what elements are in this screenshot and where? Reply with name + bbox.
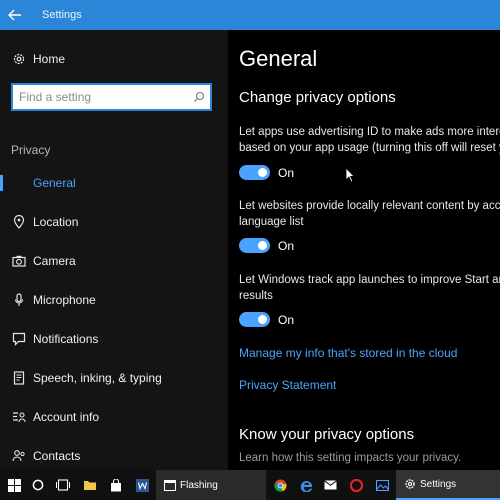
back-arrow-icon xyxy=(8,9,21,21)
microphone-icon xyxy=(11,292,27,308)
section-description: Learn how this setting impacts your priv… xyxy=(239,452,462,464)
sidebar-item-label: Speech, inking, & typing xyxy=(33,371,162,385)
toggle-state: On xyxy=(278,312,295,327)
sidebar-item-account-info[interactable]: Account info xyxy=(0,398,228,436)
word-button[interactable] xyxy=(132,470,152,500)
option-description: results xyxy=(239,290,273,302)
sidebar-item-general[interactable]: General xyxy=(0,164,228,202)
toggle-state: On xyxy=(278,238,295,253)
privacy-statement-link[interactable]: Privacy Statement xyxy=(239,378,336,392)
sidebar-item-location[interactable]: Location xyxy=(0,203,228,241)
search-icon[interactable] xyxy=(188,91,210,103)
app-launch-toggle[interactable] xyxy=(239,312,270,327)
advertising-id-toggle-row: On xyxy=(239,165,294,180)
language-list-toggle-row: On xyxy=(239,238,294,253)
option-description: Let apps use advertising ID to make ads … xyxy=(239,126,500,138)
main-content: General Change privacy options Let apps … xyxy=(228,30,500,470)
window-title: Settings xyxy=(42,9,82,21)
app-window-icon xyxy=(164,479,176,491)
contacts-icon xyxy=(11,448,27,464)
task-view-icon xyxy=(56,479,70,491)
notification-icon xyxy=(11,331,27,347)
store-button[interactable] xyxy=(106,470,126,500)
opera-button[interactable] xyxy=(346,470,366,500)
task-view-button[interactable] xyxy=(52,470,74,500)
sidebar-item-label: Notifications xyxy=(33,332,99,346)
cortana-icon xyxy=(32,479,44,491)
option-description: based on your app usage (turning this of… xyxy=(239,142,500,154)
section-label-privacy: Privacy xyxy=(11,143,51,157)
sidebar-item-label: General xyxy=(33,176,76,190)
windows-logo-icon xyxy=(7,478,21,492)
opera-icon xyxy=(349,478,363,492)
sidebar-item-camera[interactable]: Camera xyxy=(0,242,228,280)
back-button[interactable] xyxy=(0,0,30,30)
option-description: Let Windows track app launches to improv… xyxy=(239,274,500,286)
toggle-knob xyxy=(258,168,267,177)
account-info-icon xyxy=(11,409,27,425)
gear-icon xyxy=(11,51,27,67)
edge-button[interactable] xyxy=(296,470,316,500)
sidebar-item-label: Location xyxy=(33,215,79,229)
toggle-knob xyxy=(258,315,267,324)
search-box[interactable] xyxy=(11,83,212,111)
word-icon xyxy=(135,478,149,492)
option-description: language list xyxy=(239,216,304,228)
taskbar-app-flashing[interactable]: Flashing xyxy=(156,470,266,500)
toggle-knob xyxy=(258,241,267,250)
app-launch-toggle-row: On xyxy=(239,312,294,327)
taskbar-app-label: Settings xyxy=(420,478,457,490)
section-title-know-privacy: Know your privacy options xyxy=(239,426,415,443)
file-explorer-button[interactable] xyxy=(80,470,100,500)
manage-cloud-info-link[interactable]: Manage my info that's stored in the clou… xyxy=(239,346,457,360)
store-bag-icon xyxy=(111,478,121,491)
shield-icon xyxy=(0,175,27,191)
photos-button[interactable] xyxy=(372,470,392,500)
chrome-button[interactable] xyxy=(270,470,290,500)
sidebar: Home Privacy General Location Camera Mic… xyxy=(0,30,228,470)
folder-icon xyxy=(84,481,96,490)
section-title: Change privacy options xyxy=(239,89,396,106)
start-button[interactable] xyxy=(2,470,26,500)
taskbar: Flashing Settings xyxy=(0,470,500,500)
sidebar-item-microphone[interactable]: Microphone xyxy=(0,281,228,319)
sidebar-item-label: Home xyxy=(33,52,66,66)
chrome-icon xyxy=(273,479,286,492)
location-pin-icon xyxy=(11,214,27,230)
cortana-button[interactable] xyxy=(28,470,48,500)
toggle-state: On xyxy=(278,165,295,180)
language-list-toggle[interactable] xyxy=(239,238,270,253)
camera-icon xyxy=(11,253,27,269)
sidebar-item-label: Contacts xyxy=(33,449,81,463)
mail-button[interactable] xyxy=(320,470,340,500)
sidebar-item-label: Camera xyxy=(33,254,76,268)
mail-icon xyxy=(323,480,337,490)
photos-icon xyxy=(375,479,389,491)
taskbar-app-label: Flashing xyxy=(180,479,218,491)
option-description: Let websites provide locally relevant co… xyxy=(239,200,500,212)
title-bar: Settings xyxy=(0,0,500,30)
sidebar-item-label: Microphone xyxy=(33,293,96,307)
sidebar-item-notifications[interactable]: Notifications xyxy=(0,320,228,358)
sidebar-item-speech[interactable]: Speech, inking, & typing xyxy=(0,359,228,397)
page-title: General xyxy=(239,46,318,71)
gear-icon xyxy=(405,479,415,489)
advertising-id-toggle[interactable] xyxy=(239,165,270,180)
mouse-cursor-icon xyxy=(345,167,355,183)
sidebar-item-label: Account info xyxy=(33,410,100,424)
taskbar-app-settings[interactable]: Settings xyxy=(396,470,500,500)
sidebar-item-home[interactable]: Home xyxy=(0,40,228,78)
edge-icon xyxy=(300,480,312,492)
search-input[interactable] xyxy=(13,86,188,108)
speech-icon xyxy=(11,370,27,386)
